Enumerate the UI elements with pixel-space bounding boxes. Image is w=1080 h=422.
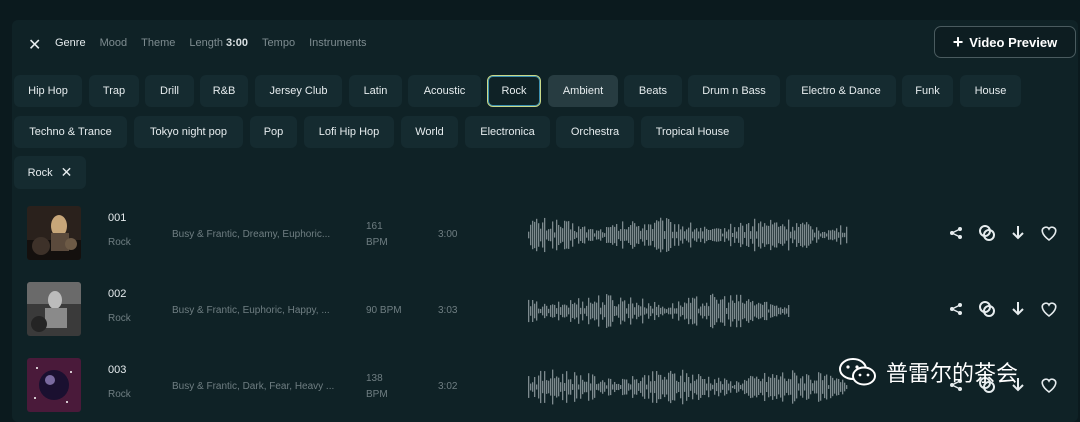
track-number: 001 bbox=[108, 212, 127, 224]
track-moods: Busy & Frantic, Dreamy, Euphoric... bbox=[172, 229, 331, 240]
heart-icon[interactable] bbox=[1040, 300, 1058, 318]
track-number: 003 bbox=[108, 364, 127, 376]
tab-instruments[interactable]: Instruments bbox=[309, 37, 366, 49]
track-duration: 3:02 bbox=[438, 381, 458, 392]
genre-chip-techno-trance[interactable]: Techno & Trance bbox=[14, 116, 127, 148]
track-cover-image bbox=[27, 282, 81, 336]
genre-chip-ambient[interactable]: Ambient bbox=[548, 75, 618, 107]
track-waveform[interactable] bbox=[528, 367, 868, 407]
genre-chip-trap[interactable]: Trap bbox=[89, 75, 139, 107]
tab-tempo[interactable]: Tempo bbox=[262, 37, 295, 49]
bpm-unit: BPM bbox=[366, 389, 388, 400]
watermark: 普雷尔的茶会 bbox=[838, 356, 1018, 388]
genre-chip-world[interactable]: World bbox=[401, 116, 458, 148]
heart-icon[interactable] bbox=[1040, 224, 1058, 242]
filter-tabs: Genre Mood Theme Length 3:00 Tempo Instru… bbox=[55, 37, 367, 49]
track-cover-image bbox=[27, 206, 81, 260]
genre-chip-pop[interactable]: Pop bbox=[250, 116, 297, 148]
genre-chip-tokyo-night-pop[interactable]: Tokyo night pop bbox=[134, 116, 243, 148]
track-moods: Busy & Frantic, Euphoric, Happy, ... bbox=[172, 305, 330, 316]
track-actions bbox=[947, 300, 1058, 318]
length-value: 3:00 bbox=[226, 37, 249, 49]
bpm-unit: BPM bbox=[366, 237, 388, 248]
similar-icon[interactable] bbox=[978, 224, 996, 242]
video-preview-label: Video Preview bbox=[969, 34, 1058, 50]
genre-chip-electro-dance[interactable]: Electro & Dance bbox=[786, 75, 896, 107]
track-cover-image bbox=[27, 358, 81, 412]
genre-chip-beats[interactable]: Beats bbox=[624, 75, 682, 107]
tab-length[interactable]: Length 3:00 bbox=[189, 37, 248, 49]
track-waveform[interactable] bbox=[528, 291, 868, 331]
download-icon[interactable] bbox=[1009, 224, 1027, 242]
track-row[interactable]: 002 Rock Busy & Frantic, Euphoric, Happy… bbox=[12, 276, 1078, 346]
video-preview-button[interactable]: + Video Preview bbox=[934, 26, 1076, 58]
active-filter-label: Rock bbox=[27, 166, 53, 179]
genre-chip-funk[interactable]: Funk bbox=[902, 75, 953, 107]
track-genre: Rock bbox=[108, 237, 131, 248]
genre-chip-hip-hop[interactable]: Hip Hop bbox=[14, 75, 82, 107]
track-moods: Busy & Frantic, Dark, Fear, Heavy ... bbox=[172, 381, 335, 392]
genre-chip-drum-n-bass[interactable]: Drum n Bass bbox=[688, 75, 780, 107]
similar-icon[interactable] bbox=[978, 300, 996, 318]
genre-chip-drill[interactable]: Drill bbox=[145, 75, 194, 107]
close-icon[interactable]: ✕ bbox=[28, 35, 41, 55]
watermark-text: 普雷尔的茶会 bbox=[886, 362, 1019, 387]
track-row[interactable]: 001 Rock Busy & Frantic, Dreamy, Euphori… bbox=[12, 200, 1078, 270]
wechat-icon bbox=[839, 358, 876, 386]
tab-theme[interactable]: Theme bbox=[141, 37, 175, 49]
track-genre: Rock bbox=[108, 389, 131, 400]
track-bpm: 90 BPM bbox=[366, 303, 402, 319]
track-bpm: 138 BPM bbox=[366, 371, 388, 403]
bpm-value: 138 bbox=[366, 373, 383, 384]
track-genre: Rock bbox=[108, 313, 131, 324]
tab-length-label: Length bbox=[189, 37, 224, 49]
track-actions bbox=[947, 224, 1058, 242]
tab-mood[interactable]: Mood bbox=[100, 37, 128, 49]
genre-chip-house[interactable]: House bbox=[960, 75, 1021, 107]
plus-icon: + bbox=[952, 32, 964, 52]
genre-chip-electronica[interactable]: Electronica bbox=[465, 116, 550, 148]
filter-bar: ✕ Genre Mood Theme Length 3:00 Tempo Inst… bbox=[12, 20, 1078, 68]
genre-chip-orchestra[interactable]: Orchestra bbox=[556, 116, 634, 148]
remove-filter-icon[interactable]: ✕ bbox=[61, 164, 73, 181]
bpm-value: 161 bbox=[366, 221, 383, 232]
tab-genre[interactable]: Genre bbox=[55, 37, 86, 49]
track-waveform[interactable] bbox=[528, 215, 868, 255]
genre-chip-jersey-club[interactable]: Jersey Club bbox=[255, 75, 342, 107]
track-bpm: 161 BPM bbox=[366, 219, 388, 251]
track-number: 002 bbox=[108, 288, 127, 300]
download-icon[interactable] bbox=[1009, 300, 1027, 318]
share-icon[interactable] bbox=[947, 300, 965, 318]
active-filter-tag[interactable]: Rock ✕ bbox=[14, 156, 86, 189]
genre-chip-tropical-house[interactable]: Tropical House bbox=[641, 116, 744, 148]
share-icon[interactable] bbox=[947, 224, 965, 242]
genre-chip-lofi-hip-hop[interactable]: Lofi Hip Hop bbox=[304, 116, 394, 148]
track-duration: 3:03 bbox=[438, 305, 458, 316]
genre-chip-rock[interactable]: Rock bbox=[487, 75, 541, 107]
genre-chip-rnb[interactable]: R&B bbox=[200, 75, 248, 107]
track-duration: 3:00 bbox=[438, 229, 458, 240]
heart-icon[interactable] bbox=[1040, 376, 1058, 394]
genre-chip-acoustic[interactable]: Acoustic bbox=[408, 75, 481, 107]
genre-chip-latin[interactable]: Latin bbox=[349, 75, 402, 107]
bpm-value: 90 BPM bbox=[366, 305, 402, 316]
